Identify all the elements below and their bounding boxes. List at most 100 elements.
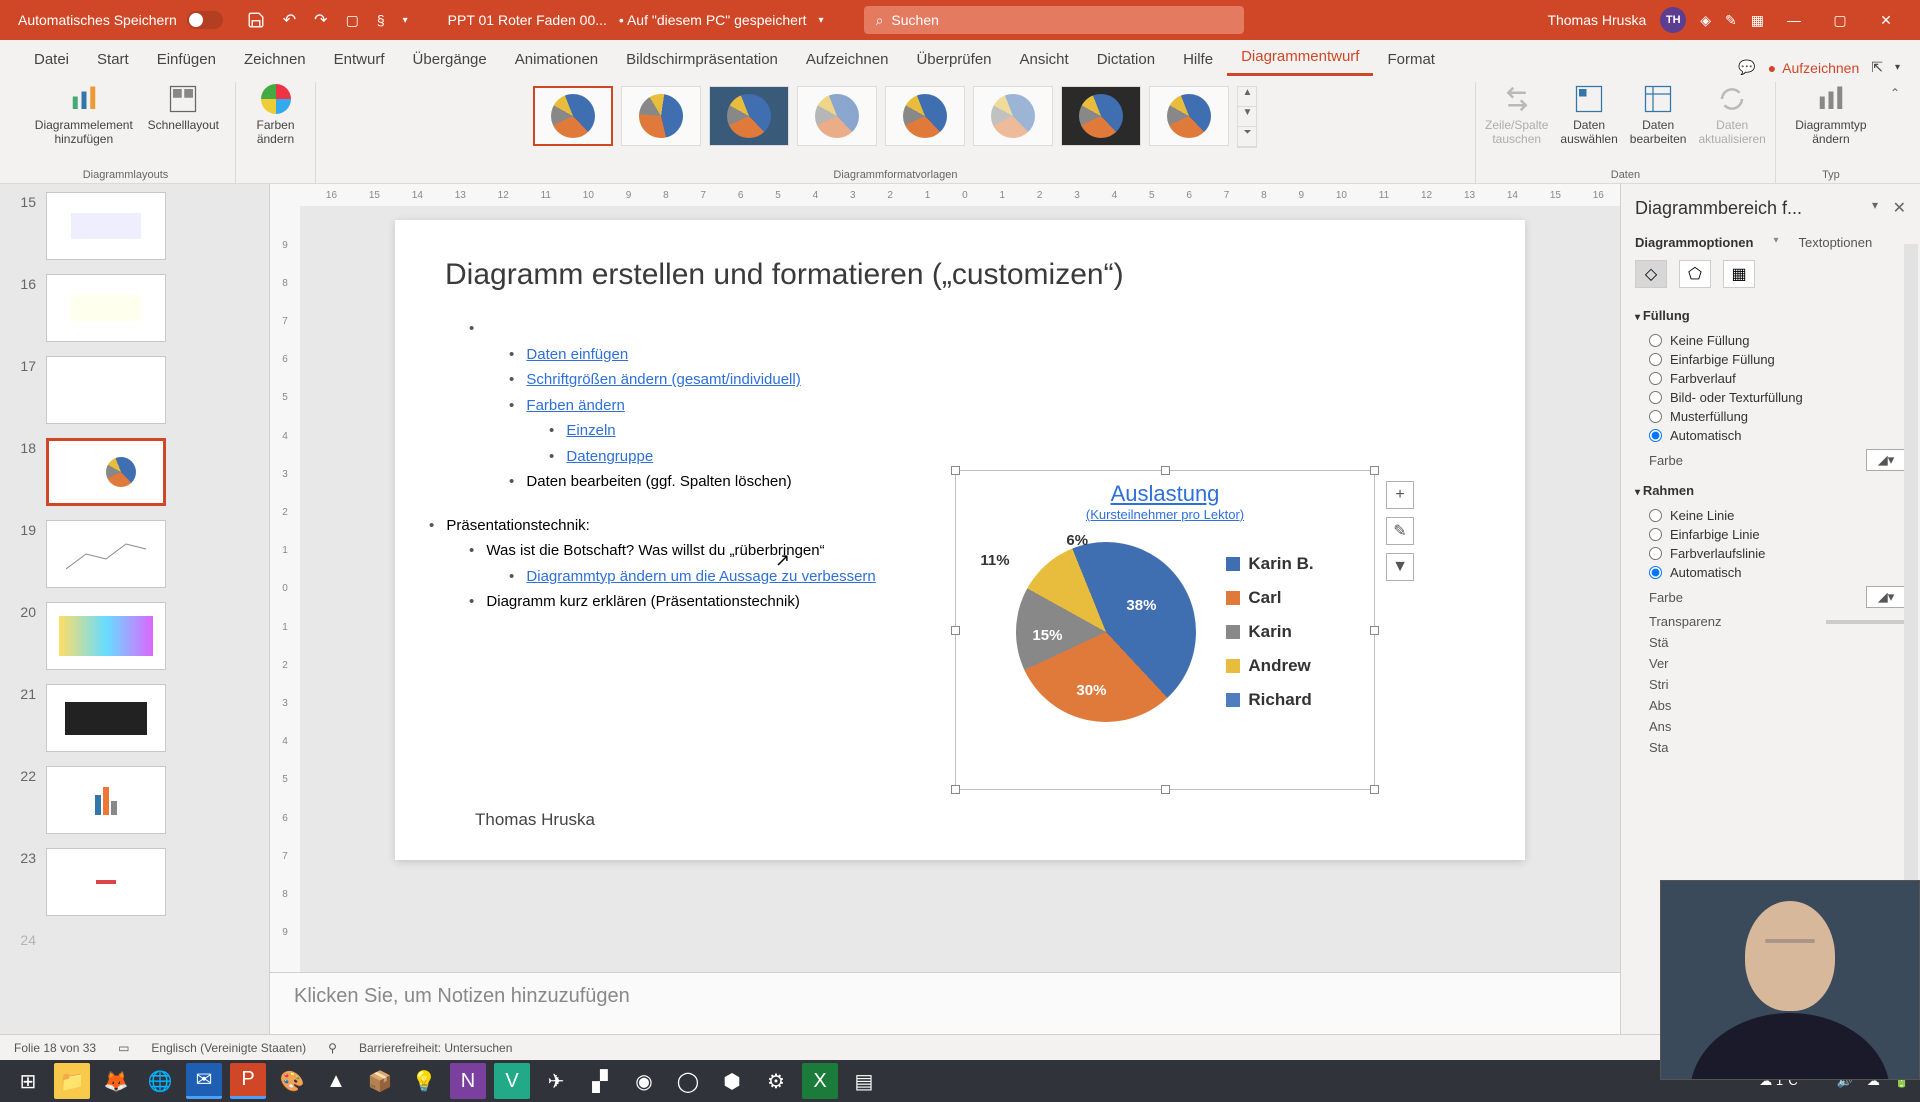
tab-animationen[interactable]: Animationen: [501, 43, 612, 76]
slide-title[interactable]: Diagramm erstellen und formatieren („cus…: [445, 258, 1475, 292]
save-location[interactable]: • Auf "diesem PC" gespeichert: [619, 12, 807, 28]
fp-tab-chart-options[interactable]: Diagrammoptionen: [1635, 235, 1753, 250]
gallery-scroll[interactable]: ▲▼⏷: [1237, 86, 1257, 148]
slideshow-icon[interactable]: ▢: [346, 12, 359, 29]
chart-subtitle[interactable]: (Kursteilnehmer pro Lektor): [956, 507, 1374, 522]
chart-brush-button[interactable]: ✎: [1386, 517, 1414, 545]
chart-style-2[interactable]: [621, 86, 701, 146]
tab-dictation[interactable]: Dictation: [1083, 43, 1169, 76]
start-button[interactable]: ⊞: [10, 1063, 46, 1099]
tab-start[interactable]: Start: [83, 43, 143, 76]
border-opt-none[interactable]: Keine Linie: [1649, 508, 1906, 523]
excel-icon[interactable]: X: [802, 1063, 838, 1099]
fill-section-header[interactable]: Füllung: [1635, 302, 1906, 329]
touch-mode-icon[interactable]: §: [377, 12, 385, 28]
tab-hilfe[interactable]: Hilfe: [1169, 43, 1227, 76]
fill-opt-picture[interactable]: Bild- oder Texturfüllung: [1649, 390, 1906, 405]
autosave-toggle[interactable]: Automatisches Speichern: [18, 11, 223, 29]
app-icon-3[interactable]: 💡: [406, 1063, 442, 1099]
change-chart-type-button[interactable]: Diagrammtyp ändern: [1786, 82, 1876, 149]
slide-thumbnails-panel[interactable]: 15 16 17 18 19 20 21 22 23 24: [0, 184, 270, 1034]
app-icon-4[interactable]: ▞: [582, 1063, 618, 1099]
fill-opt-none[interactable]: Keine Füllung: [1649, 333, 1906, 348]
thumbnail-18[interactable]: [46, 438, 166, 506]
border-color-picker[interactable]: ◢▾: [1866, 586, 1906, 608]
fill-opt-solid[interactable]: Einfarbige Füllung: [1649, 352, 1906, 367]
fill-opt-pattern[interactable]: Musterfüllung: [1649, 409, 1906, 424]
pane-close-icon[interactable]: ✕: [1893, 198, 1906, 218]
border-opt-auto[interactable]: Automatisch: [1649, 565, 1906, 580]
chart-plus-button[interactable]: +: [1386, 481, 1414, 509]
diamond-icon[interactable]: ◈: [1700, 12, 1711, 29]
minimize-button[interactable]: —: [1778, 10, 1810, 30]
fill-color-picker[interactable]: ◢▾: [1866, 449, 1906, 471]
quick-layout-button[interactable]: Schnelllayout: [142, 82, 225, 149]
effects-tab-icon[interactable]: ⬠: [1679, 260, 1711, 288]
fill-opt-gradient[interactable]: Farbverlauf: [1649, 371, 1906, 386]
tab-uebergaenge[interactable]: Übergänge: [399, 43, 501, 76]
chart-style-3[interactable]: [709, 86, 789, 146]
fill-opt-auto[interactable]: Automatisch: [1649, 428, 1906, 443]
save-icon[interactable]: [247, 11, 265, 29]
thumbnail-22[interactable]: [46, 766, 166, 834]
chevron-down-icon[interactable]: ▾: [819, 15, 824, 26]
chart-style-5[interactable]: [885, 86, 965, 146]
select-data-button[interactable]: Daten auswählen: [1554, 82, 1623, 149]
chart-filter-button[interactable]: ▼: [1386, 553, 1414, 581]
add-chart-element-button[interactable]: Diagrammelement hinzufügen: [26, 82, 142, 149]
slide-counter[interactable]: Folie 18 von 33: [14, 1041, 96, 1055]
explorer-icon[interactable]: 📁: [54, 1063, 90, 1099]
tab-ueberpruefen[interactable]: Überprüfen: [902, 43, 1005, 76]
toggle-switch[interactable]: [187, 11, 223, 29]
app-icon-2[interactable]: 📦: [362, 1063, 398, 1099]
slide[interactable]: Diagramm erstellen und formatieren („cus…: [395, 220, 1525, 860]
bullet-datengruppe[interactable]: Datengruppe: [566, 448, 653, 465]
accessibility-status[interactable]: Barrierefreiheit: Untersuchen: [359, 1041, 512, 1055]
user-avatar[interactable]: TH: [1660, 7, 1686, 33]
record-button[interactable]: Aufzeichnen: [1768, 60, 1860, 76]
outlook-icon[interactable]: ✉: [186, 1063, 222, 1099]
fp-tab-text-options[interactable]: Textoptionen: [1799, 235, 1873, 250]
firefox-icon[interactable]: 🦊: [98, 1063, 134, 1099]
app-icon-1[interactable]: 🎨: [274, 1063, 310, 1099]
tab-entwurf[interactable]: Entwurf: [320, 43, 399, 76]
maximize-button[interactable]: ▢: [1824, 10, 1856, 30]
fill-line-tab-icon[interactable]: ◇: [1635, 260, 1667, 288]
tab-datei[interactable]: Datei: [20, 43, 83, 76]
redo-icon[interactable]: ↷: [314, 10, 327, 30]
chart-style-7[interactable]: [1061, 86, 1141, 146]
edit-data-button[interactable]: Daten bearbeiten: [1624, 82, 1693, 149]
close-button[interactable]: ✕: [1870, 10, 1902, 30]
tab-bildschirm[interactable]: Bildschirmpräsentation: [612, 43, 792, 76]
user-name[interactable]: Thomas Hruska: [1547, 12, 1646, 28]
thumbnail-23[interactable]: [46, 848, 166, 916]
tab-diagrammentwurf[interactable]: Diagrammentwurf: [1227, 40, 1373, 76]
chart-legend[interactable]: Karin B. Carl Karin Andrew Richard: [1226, 554, 1313, 710]
thumbnail-19[interactable]: [46, 520, 166, 588]
chart-style-8[interactable]: [1149, 86, 1229, 146]
border-opt-gradient[interactable]: Farbverlaufslinie: [1649, 546, 1906, 561]
language-status[interactable]: Englisch (Vereinigte Staaten): [151, 1041, 306, 1055]
tab-zeichnen[interactable]: Zeichnen: [230, 43, 320, 76]
document-name[interactable]: PPT 01 Roter Faden 00...: [448, 12, 607, 28]
chrome-icon[interactable]: 🌐: [142, 1063, 178, 1099]
tab-einfuegen[interactable]: Einfügen: [143, 43, 230, 76]
thumbnail-20[interactable]: [46, 602, 166, 670]
obs-icon[interactable]: ◉: [626, 1063, 662, 1099]
slide-canvas[interactable]: Diagramm erstellen und formatieren („cus…: [300, 206, 1620, 972]
size-tab-icon[interactable]: ▦: [1723, 260, 1755, 288]
chart-style-6[interactable]: [973, 86, 1053, 146]
chart-style-4[interactable]: [797, 86, 877, 146]
notes-pane[interactable]: Klicken Sie, um Notizen hinzuzufügen: [270, 972, 1620, 1034]
calendar-icon[interactable]: ▦: [1751, 12, 1764, 29]
app-icon-7[interactable]: ▤: [846, 1063, 882, 1099]
border-section-header[interactable]: Rahmen: [1635, 477, 1906, 504]
undo-icon[interactable]: ↶: [283, 10, 296, 30]
collapse-ribbon-chevron[interactable]: ⌃: [1886, 82, 1904, 183]
app-icon-6[interactable]: ⬢: [714, 1063, 750, 1099]
tab-format[interactable]: Format: [1373, 43, 1449, 76]
swap-row-col-button[interactable]: Zeile/Spalte tauschen: [1479, 82, 1554, 149]
pane-collapse-icon[interactable]: ▾: [1872, 198, 1878, 212]
tab-ansicht[interactable]: Ansicht: [1006, 43, 1083, 76]
share-icon[interactable]: ⇱: [1871, 59, 1883, 76]
